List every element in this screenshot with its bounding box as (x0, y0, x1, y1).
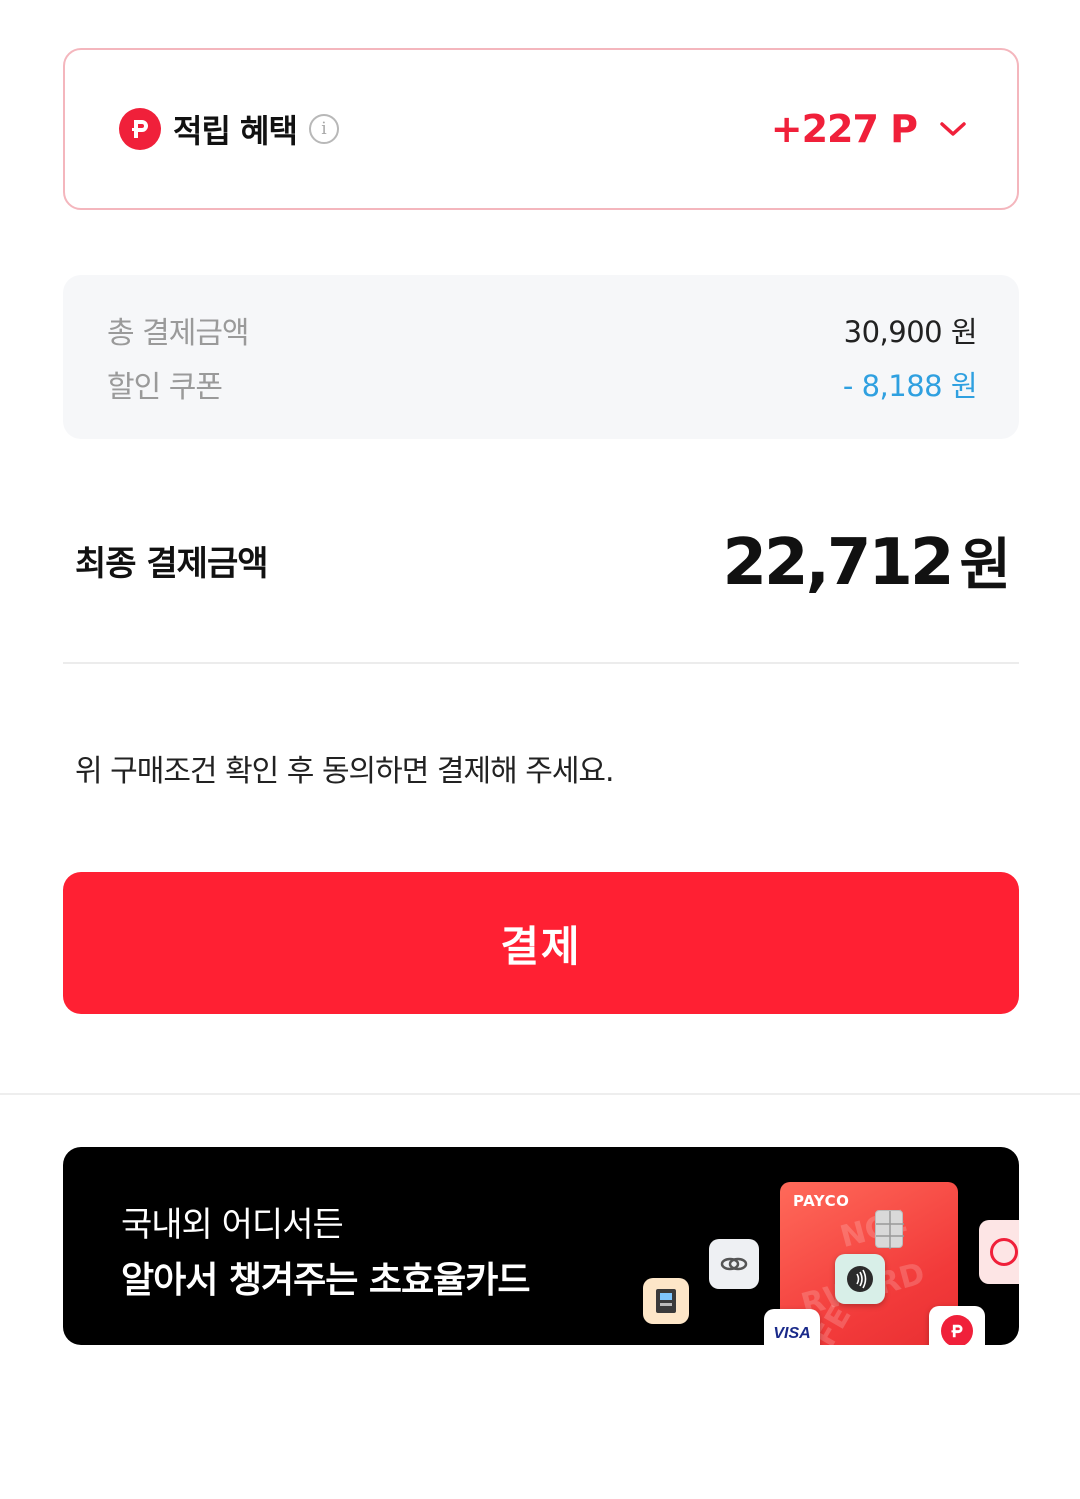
reward-left: 적립 혜택 i (119, 106, 339, 152)
final-amount-unit: 원 (959, 532, 1011, 598)
card-promo-banner[interactable]: 국내외 어디서든 알아서 챙겨주는 초효율카드 NCE RWARD LIFE P… (63, 1147, 1019, 1345)
final-amount-row: 최종 결제금액 22,712 원 (75, 515, 1011, 605)
summary-value-total: 30,900 원 (843, 315, 978, 349)
contactless-icon (835, 1254, 885, 1304)
section-divider (0, 1093, 1080, 1095)
payco-point-icon (119, 108, 161, 150)
summary-label-coupon: 할인 쿠폰 (107, 370, 223, 405)
final-amount-value: 22,712 원 (722, 520, 1011, 601)
final-amount-label: 최종 결제금액 (75, 543, 269, 584)
atm-icon (643, 1278, 689, 1324)
final-amount-number: 22,712 (722, 525, 955, 600)
chip-icon (875, 1210, 904, 1249)
reward-title: 적립 혜택 (173, 112, 298, 150)
card-brand: PAYCO (793, 1192, 850, 1210)
summary-row-coupon: 할인 쿠폰 - 8,188 원 (107, 357, 978, 411)
purchase-notice: 위 구매조건 확인 후 동의하면 결제해 주세요. (75, 754, 615, 789)
reward-toggle[interactable]: +227 P (771, 107, 967, 151)
summary-label-total: 총 결제금액 (107, 316, 250, 351)
visa-label: VISA (773, 1325, 811, 1342)
payco-point-icon (929, 1306, 985, 1345)
coupon-icon (979, 1220, 1019, 1284)
pay-button[interactable]: 결제 (63, 872, 1019, 1014)
reward-section[interactable]: 적립 혜택 i +227 P (63, 48, 1019, 210)
payment-summary: 총 결제금액 30,900 원 할인 쿠폰 - 8,188 원 (63, 275, 1019, 439)
divider (63, 662, 1019, 664)
summary-value-coupon: - 8,188 원 (842, 369, 978, 403)
chevron-down-icon[interactable] (939, 120, 967, 138)
summary-row-total: 총 결제금액 30,900 원 (107, 303, 978, 357)
info-icon[interactable]: i (308, 114, 339, 144)
visa-icon: VISA (764, 1309, 820, 1345)
link-icon (709, 1239, 759, 1289)
reward-points: +227 P (770, 107, 918, 151)
banner-subtitle: 국내외 어디서든 (121, 1205, 344, 1245)
banner-title: 알아서 챙겨주는 초효율카드 (121, 1260, 531, 1301)
